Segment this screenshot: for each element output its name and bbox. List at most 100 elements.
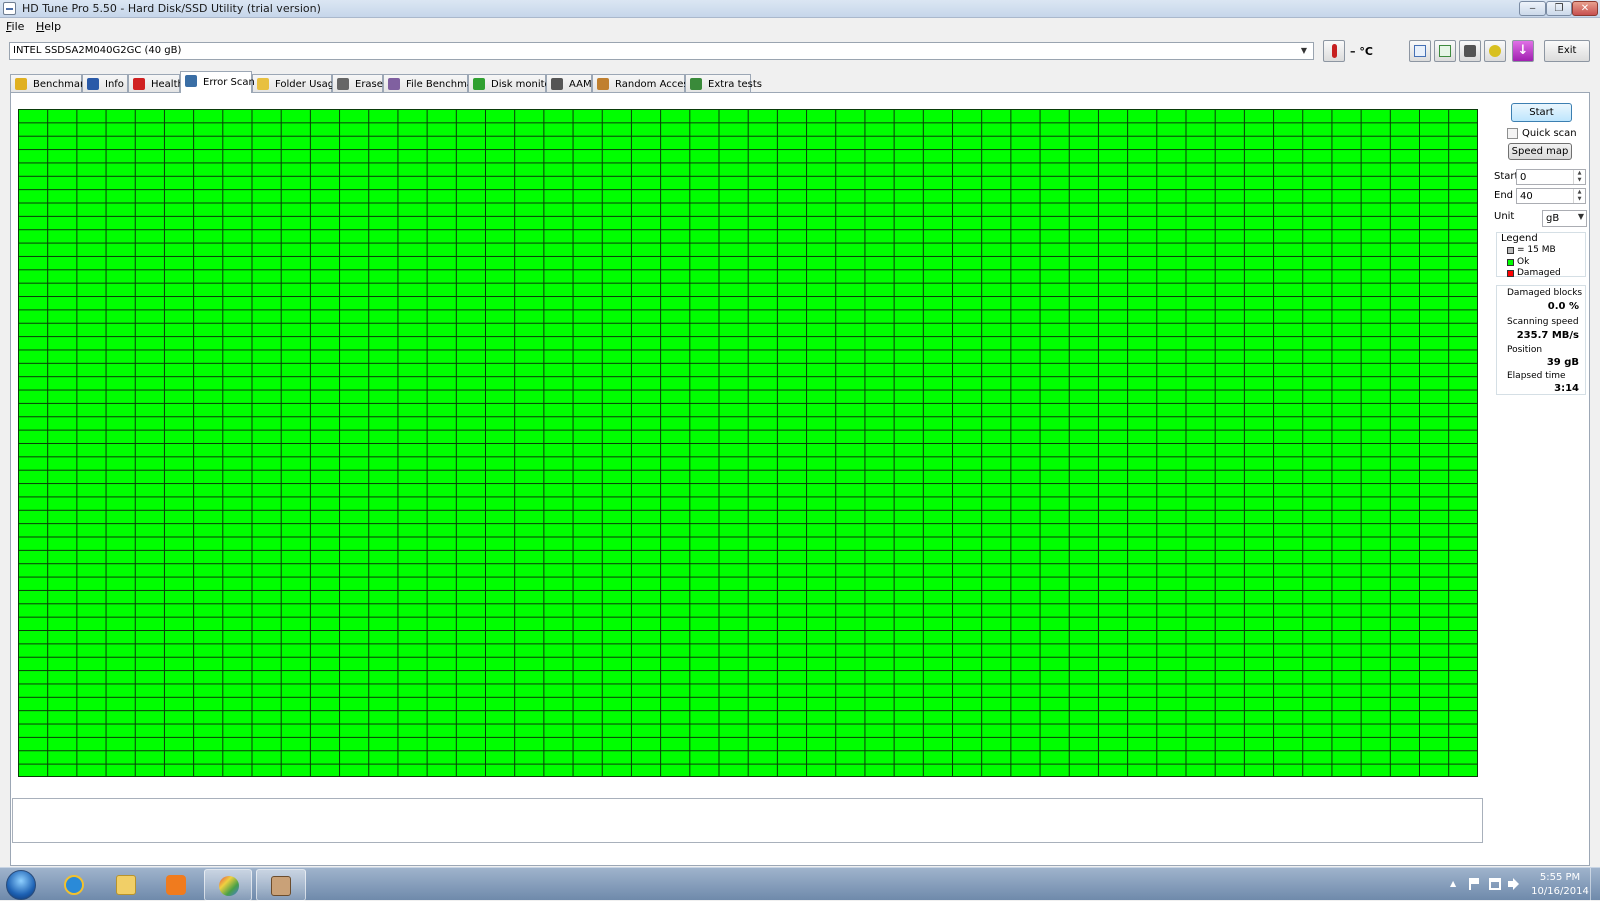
end-field-value: 40 — [1520, 191, 1533, 202]
hd-tune-icon — [271, 876, 291, 896]
window-title: HD Tune Pro 5.50 - Hard Disk/SSD Utility… — [22, 2, 321, 15]
unit-select[interactable]: gB ▼ — [1542, 210, 1587, 227]
minimize-button[interactable]: ‒ — [1519, 1, 1546, 16]
menu-bar: File Help — [0, 18, 1600, 36]
tab-disk-monitor[interactable]: Disk monitor — [468, 74, 555, 93]
tab-label: Random Access — [615, 79, 694, 90]
taskbar: ▲ 5:55 PM 10/16/2014 — [0, 867, 1600, 901]
quick-scan-checkbox[interactable]: Quick scan — [1507, 127, 1597, 141]
start-field-label: Start — [1494, 171, 1519, 182]
scanning-speed-value: 235.7 MB/s — [1516, 330, 1579, 341]
tab-file-benchmark[interactable]: File Benchmark — [383, 74, 483, 93]
tab-random-access[interactable]: Random Access — [592, 74, 694, 93]
end-field-label: End — [1494, 190, 1514, 201]
tab-bar: Benchmark Info Health Error Scan Folder Usag… — [10, 71, 1590, 93]
disk-monitor-icon — [473, 78, 485, 90]
chevron-down-icon[interactable]: ▼ — [1578, 212, 1584, 221]
tab-health[interactable]: Health — [128, 74, 184, 93]
ok-swatch-icon — [1507, 259, 1514, 266]
clock-time[interactable]: 5:55 PM — [1524, 872, 1596, 883]
network-icon[interactable] — [1489, 878, 1501, 890]
volume-icon[interactable] — [1508, 878, 1520, 890]
internet-explorer-icon — [64, 875, 84, 895]
taskbar-media-player[interactable] — [152, 869, 200, 901]
damaged-swatch-icon — [1507, 270, 1514, 277]
tab-label: Extra tests — [708, 79, 762, 90]
block-swatch-icon — [1507, 247, 1514, 254]
scanning-speed-label: Scanning speed — [1507, 317, 1579, 327]
tab-aam[interactable]: AAM — [546, 74, 592, 93]
legend-title: Legend — [1501, 233, 1538, 244]
tab-folder-usage[interactable]: Folder Usage — [252, 74, 340, 93]
tab-info[interactable]: Info — [82, 74, 128, 93]
tray-expand-icon[interactable]: ▲ — [1450, 879, 1456, 888]
action-center-flag-icon[interactable] — [1469, 878, 1481, 890]
position-label: Position — [1507, 345, 1543, 355]
toolbar: INTEL SSDSA2M040G2GC (40 gB) ▼ – °C ↓ Ex… — [0, 38, 1600, 65]
copy-text-button[interactable] — [1409, 40, 1431, 62]
elapsed-time-label: Elapsed time — [1507, 371, 1566, 381]
checkbox-icon[interactable] — [1507, 128, 1518, 139]
taskbar-file-explorer[interactable] — [102, 869, 150, 901]
end-field[interactable]: 40 ▲ ▼ — [1516, 188, 1586, 204]
taskbar-internet-explorer[interactable] — [50, 869, 98, 901]
options-icon — [1489, 45, 1501, 57]
benchmark-icon — [15, 78, 27, 90]
menu-help[interactable]: Help — [36, 20, 61, 33]
legend-ok-label: Ok — [1517, 257, 1530, 267]
paint-icon — [219, 876, 239, 896]
copy-screenshot-icon — [1439, 45, 1451, 57]
taskbar-hd-tune[interactable] — [256, 869, 306, 901]
close-button[interactable]: ✕ — [1572, 1, 1598, 16]
magnifier-icon — [185, 75, 197, 87]
start-field[interactable]: 0 ▲ ▼ — [1516, 169, 1586, 185]
damaged-blocks-label: Damaged blocks — [1507, 288, 1583, 298]
app-icon — [3, 2, 16, 15]
speed-map-button[interactable]: Speed map — [1508, 143, 1572, 160]
copy-screenshot-button[interactable] — [1434, 40, 1456, 62]
taskbar-paint[interactable] — [204, 869, 252, 901]
tab-error-scan[interactable]: Error Scan — [180, 71, 255, 93]
legend-block-size-label: = 15 MB — [1517, 245, 1556, 255]
chevron-down-icon[interactable]: ▼ — [1297, 44, 1311, 58]
drive-select[interactable]: INTEL SSDSA2M040G2GC (40 gB) ▼ — [9, 42, 1314, 60]
exit-button[interactable]: Exit — [1544, 40, 1590, 62]
extra-tests-icon — [690, 78, 702, 90]
tab-label: Erase — [355, 79, 383, 90]
save-button[interactable]: ↓ — [1512, 40, 1534, 62]
tab-label: Error Scan — [203, 77, 255, 88]
tab-label: Info — [105, 79, 124, 90]
maximize-button[interactable]: ❐ — [1546, 1, 1572, 16]
clock-date[interactable]: 10/16/2014 — [1524, 886, 1596, 897]
options-button[interactable] — [1484, 40, 1506, 62]
tab-label: Health — [151, 79, 184, 90]
start-field-value: 0 — [1520, 172, 1527, 183]
tab-label: AAM — [569, 79, 592, 90]
quick-scan-label: Quick scan — [1522, 128, 1577, 139]
spinner-icon[interactable]: ▲ ▼ — [1573, 170, 1585, 184]
show-desktop-button[interactable] — [1590, 868, 1600, 901]
screenshot-button[interactable] — [1459, 40, 1481, 62]
tab-benchmark[interactable]: Benchmark — [10, 74, 90, 93]
title-bar: HD Tune Pro 5.50 - Hard Disk/SSD Utility… — [0, 0, 1600, 18]
save-icon: ↓ — [1517, 43, 1529, 58]
start-button[interactable]: Start — [1511, 103, 1572, 122]
temperature-button[interactable] — [1323, 40, 1345, 62]
menu-file[interactable]: File — [6, 20, 24, 33]
scan-log — [12, 798, 1483, 843]
trash-icon — [337, 78, 349, 90]
tab-extra-tests[interactable]: Extra tests — [685, 74, 762, 93]
copy-text-icon — [1414, 45, 1426, 57]
spinner-icon[interactable]: ▲ ▼ — [1573, 189, 1585, 203]
folder-icon — [116, 875, 136, 895]
unit-label: Unit — [1494, 211, 1515, 222]
info-icon — [87, 78, 99, 90]
windows-start-icon[interactable] — [6, 870, 36, 900]
health-icon — [133, 78, 145, 90]
position-value: 39 gB — [1546, 357, 1579, 368]
scan-statistics: Damaged blocks 0.0 % Scanning speed 235.… — [1496, 285, 1586, 395]
random-access-icon — [597, 78, 609, 90]
tab-erase[interactable]: Erase — [332, 74, 383, 93]
media-player-icon — [166, 875, 186, 895]
elapsed-time-value: 3:14 — [1554, 383, 1579, 394]
